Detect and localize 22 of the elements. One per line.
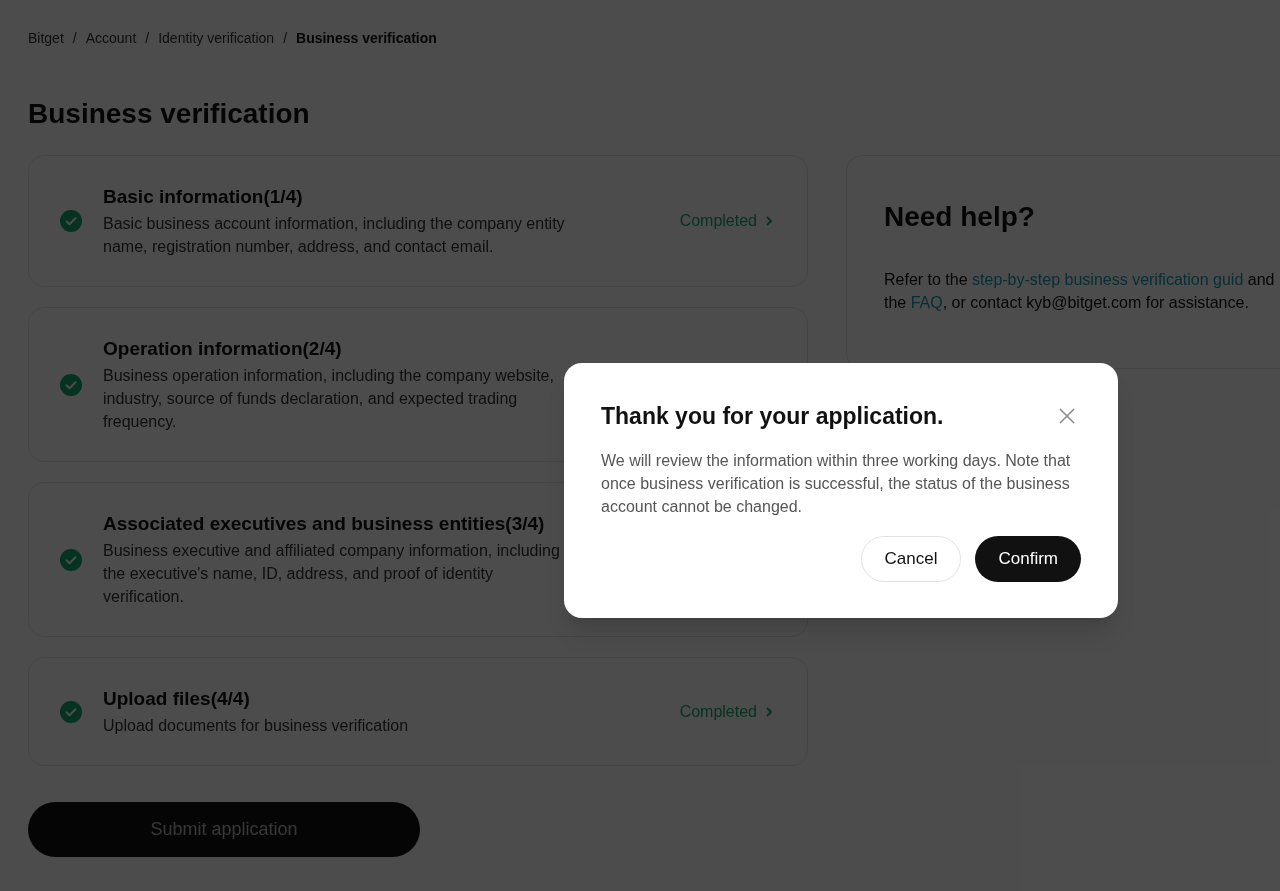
breadcrumb-separator: / [283,29,288,48]
step-title: Associated executives and business entities(3/4) [103,512,546,536]
step-description: Business operation information, including the company website, industry, source of funds declaration, and expected trading frequency. [103,366,555,432]
step-title: Upload files(4/4) [103,687,251,711]
step-title: Operation information(2/4) [103,337,343,361]
breadcrumb-link[interactable]: Identity verification [158,28,275,49]
help-title: Need help? [884,200,1036,234]
step-description: Basic business account information, including the company entity name, registration number, address, and contact email. [103,214,566,257]
breadcrumb-link[interactable]: Bitget [28,28,64,49]
cancel-button[interactable]: Cancel [860,536,962,582]
breadcrumb-separator: / [145,29,150,48]
step-title: Basic information(1/4) [103,185,304,209]
step-description: Upload documents for business verification [103,716,410,736]
confirm-button[interactable]: Confirm [975,536,1081,582]
dialog-message: We will review the information within three working days. Note that once business verification is successful, the status of the business account cannot be changed. [601,451,1071,517]
dialog-title: Thank you for your application. [601,402,944,431]
help-link[interactable]: step-by-step business verification guid [972,271,1244,288]
help-link[interactable]: FAQ [910,294,943,311]
close-icon[interactable] [1059,408,1075,424]
page-title: Business verification [27,97,311,131]
step-description: Business executive and affiliated company information, including the executive's name, ID, address, and proof of identity verification. [103,541,561,607]
breadcrumb-separator: / [72,29,77,48]
